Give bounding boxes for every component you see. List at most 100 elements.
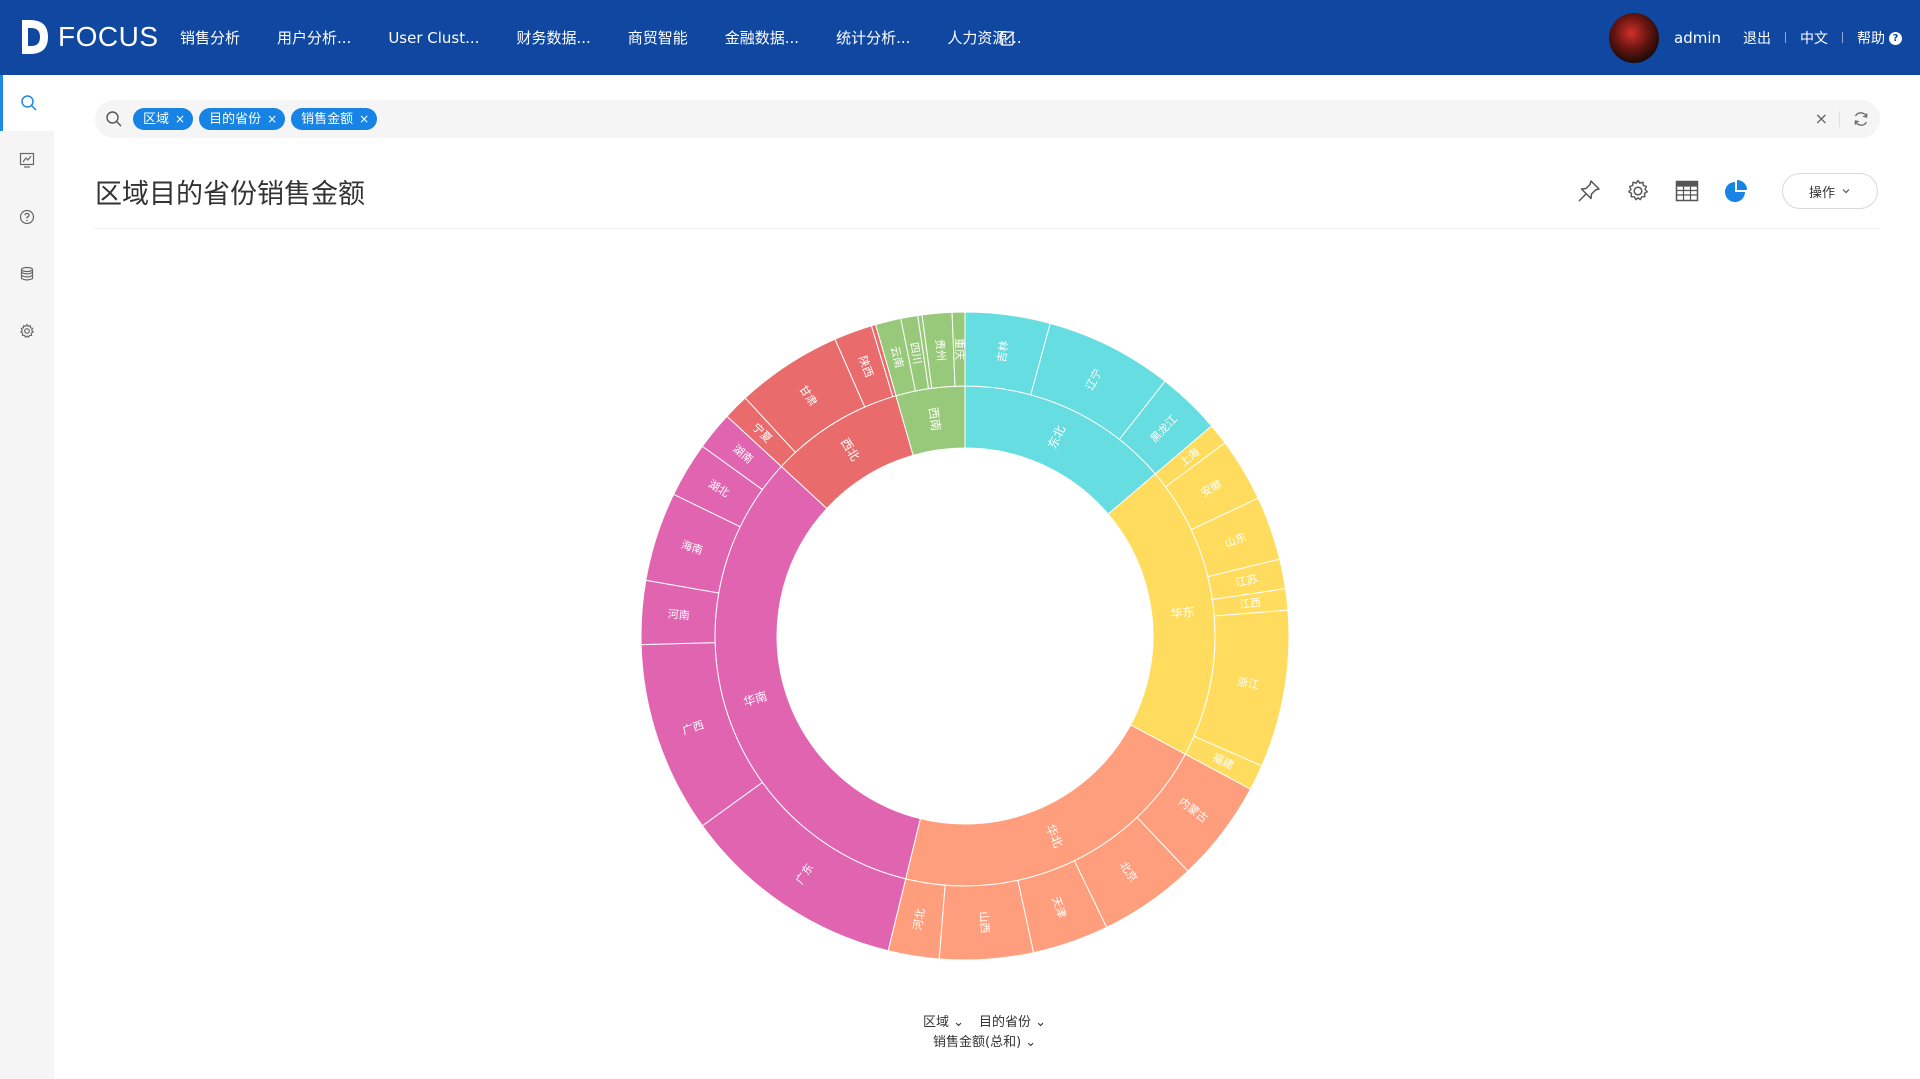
divider	[95, 228, 1880, 229]
province-segment[interactable]	[1154, 425, 1226, 488]
table-icon[interactable]	[1674, 178, 1700, 204]
chip-close-icon[interactable]: ×	[175, 112, 185, 126]
province-segment[interactable]	[870, 323, 897, 398]
sidebar-item-dashboard[interactable]	[0, 132, 54, 188]
dashboard-icon	[19, 152, 35, 168]
province-segment[interactable]	[951, 311, 966, 387]
sidebar-item-settings[interactable]	[0, 303, 54, 359]
logout-link[interactable]: 退出	[1743, 28, 1771, 48]
pin-icon[interactable]	[1576, 178, 1602, 204]
province-label: 湖北	[706, 477, 732, 499]
region-label: 华东	[1170, 604, 1195, 620]
province-segment[interactable]	[1184, 735, 1263, 790]
help-link[interactable]: 帮助?	[1857, 28, 1902, 48]
separator	[1842, 32, 1843, 43]
province-segment[interactable]	[834, 325, 894, 408]
province-segment[interactable]	[887, 878, 946, 960]
province-segment[interactable]	[645, 493, 741, 594]
avatar[interactable]	[1609, 12, 1659, 63]
province-label: 甘肃	[796, 383, 819, 409]
chevron-down-icon: ⌄	[1031, 1015, 1047, 1030]
province-segment[interactable]	[1030, 322, 1166, 441]
province-label: 天津	[1049, 895, 1068, 920]
province-segment[interactable]	[726, 397, 797, 468]
province-segment[interactable]	[1073, 816, 1189, 929]
main-nav: 销售分析 用户分析... User Clust... 财务数据... 商贸智能 …	[180, 0, 1059, 75]
province-label: 重庆	[953, 338, 967, 360]
region-segment[interactable]	[905, 724, 1186, 887]
nav-item-trade[interactable]: 商贸智能	[628, 27, 688, 48]
chip-label: 目的省份	[209, 112, 262, 127]
province-label: 山西	[977, 911, 991, 934]
nav-item-user-cluster[interactable]: User Clust...	[388, 29, 479, 47]
province-label: 陕西	[856, 354, 877, 379]
province-segment[interactable]	[744, 338, 866, 454]
province-segment[interactable]	[701, 781, 907, 952]
sidebar-item-search[interactable]	[0, 75, 54, 131]
edit-icon[interactable]	[1000, 30, 1016, 46]
user-name[interactable]: admin	[1674, 29, 1721, 47]
refresh-icon[interactable]	[1852, 110, 1870, 128]
region-label: 华南	[742, 688, 769, 709]
chip-province[interactable]: 目的省份 ×	[199, 108, 286, 130]
province-segment[interactable]	[672, 445, 764, 528]
clear-search-icon[interactable]: ×	[1815, 109, 1828, 128]
dimension-region-selector[interactable]: 区域 ⌄	[923, 1011, 964, 1030]
region-segment[interactable]	[780, 395, 914, 510]
nav-item-statistics[interactable]: 统计分析...	[836, 27, 910, 48]
language-link[interactable]: 中文	[1800, 28, 1828, 48]
gear-icon[interactable]	[1625, 178, 1651, 204]
province-segment[interactable]	[964, 311, 1051, 396]
nav-item-finance[interactable]: 财务数据...	[516, 27, 590, 48]
province-segment[interactable]	[921, 311, 956, 389]
province-segment[interactable]	[1211, 588, 1289, 617]
nav-item-sales[interactable]: 销售分析	[180, 27, 240, 48]
chip-region[interactable]: 区域 ×	[133, 108, 194, 130]
province-segment[interactable]	[1190, 497, 1281, 578]
chip-close-icon[interactable]: ×	[359, 112, 369, 126]
database-icon	[20, 266, 34, 281]
province-segment[interactable]	[640, 642, 764, 827]
province-label: 海南	[679, 537, 704, 557]
province-label: 黑龙江	[1148, 413, 1180, 446]
province-segment[interactable]	[1164, 442, 1259, 531]
province-label: 云南	[888, 345, 906, 369]
sidebar	[0, 75, 54, 1079]
province-segment[interactable]	[1017, 860, 1108, 954]
province-segment[interactable]	[1136, 753, 1252, 872]
province-segment[interactable]	[938, 879, 1035, 961]
region-segment[interactable]	[895, 385, 966, 456]
province-segment[interactable]	[1207, 558, 1287, 601]
sidebar-item-help[interactable]	[0, 189, 54, 245]
search-bar[interactable]: 区域 × 目的省份 × 销售金额 × ×	[95, 100, 1880, 138]
province-segment[interactable]	[701, 415, 783, 491]
sidebar-item-database[interactable]	[0, 246, 54, 302]
operations-button[interactable]: 操作	[1782, 173, 1878, 209]
province-segment[interactable]	[874, 317, 917, 397]
province-label: 辽宁	[1082, 366, 1104, 392]
separator	[1839, 111, 1840, 127]
province-segment[interactable]	[900, 314, 930, 392]
measure-selector[interactable]: 销售金额(总和) ⌄	[933, 1031, 1036, 1050]
region-segment[interactable]	[964, 385, 1157, 515]
province-segment[interactable]	[917, 314, 933, 390]
top-bar: FOCUS 销售分析 用户分析... User Clust... 财务数据...…	[0, 0, 1920, 75]
chip-sales-amount[interactable]: 销售金额 ×	[291, 108, 378, 130]
province-segment[interactable]	[1193, 609, 1290, 767]
pie-chart-icon[interactable]	[1723, 178, 1749, 204]
province-label: 四川	[907, 341, 924, 365]
province-label: 安徽	[1198, 477, 1224, 500]
province-label: 宁夏	[750, 420, 775, 445]
region-segment[interactable]	[714, 465, 921, 880]
province-label: 浙江	[1236, 675, 1260, 691]
region-segment[interactable]	[1107, 473, 1216, 755]
chip-close-icon[interactable]: ×	[267, 112, 277, 126]
nav-item-user-analysis[interactable]: 用户分析...	[277, 27, 351, 48]
region-label: 西南	[926, 406, 944, 432]
province-label: 上海	[1176, 445, 1202, 470]
nav-item-financial-data[interactable]: 金融数据...	[725, 27, 799, 48]
province-segment[interactable]	[1118, 380, 1213, 475]
dimension-province-selector[interactable]: 目的省份 ⌄	[979, 1011, 1046, 1030]
logo[interactable]: FOCUS	[20, 18, 159, 56]
province-segment[interactable]	[640, 579, 720, 646]
